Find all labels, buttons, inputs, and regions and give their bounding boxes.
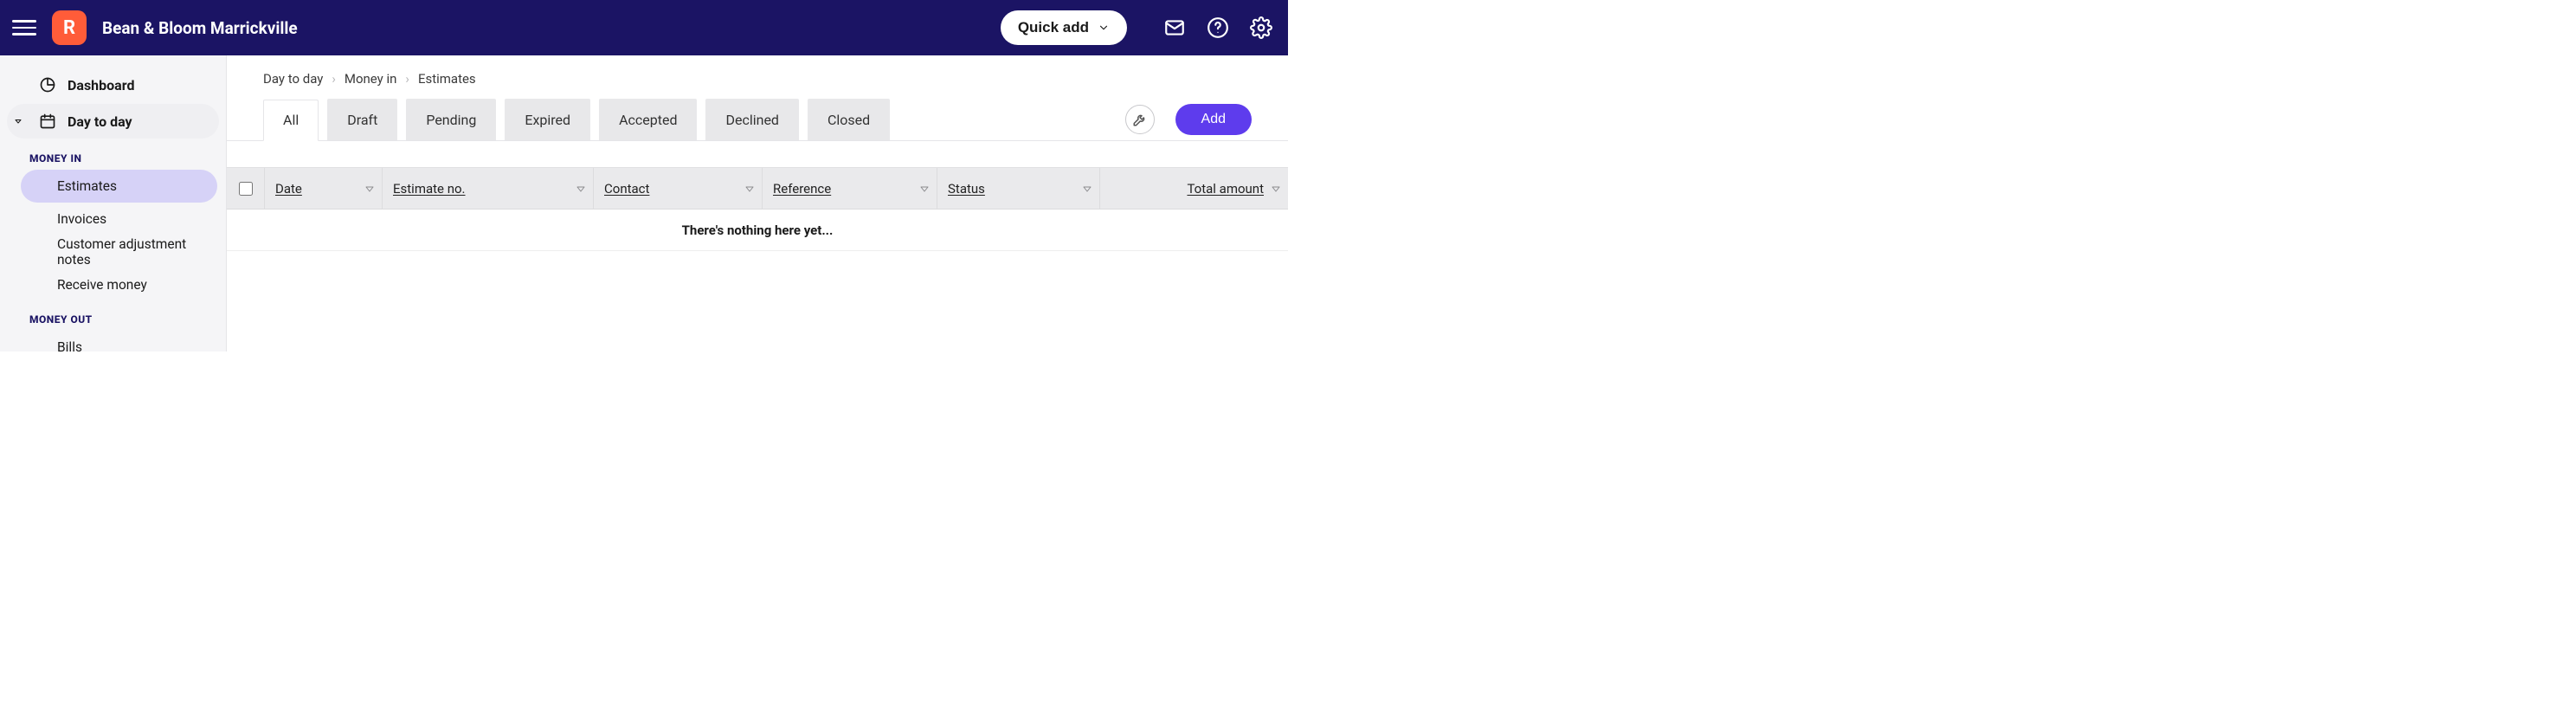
- chevron-right-icon: ›: [405, 71, 409, 87]
- filter-icon[interactable]: [919, 183, 931, 195]
- tab-draft[interactable]: Draft: [327, 99, 397, 140]
- column-label: Status: [948, 181, 985, 197]
- chevron-right-icon: ›: [332, 71, 336, 87]
- select-all-cell: [227, 168, 265, 209]
- chevron-down-icon: [1098, 22, 1110, 34]
- filter-icon[interactable]: [576, 183, 588, 195]
- column-label: Contact: [604, 181, 649, 197]
- select-all-checkbox[interactable]: [239, 182, 253, 196]
- column-label: Total amount: [1187, 181, 1264, 197]
- data-table: Date Estimate no. Contact Reference: [227, 167, 1288, 251]
- caret-down-icon: [12, 115, 24, 127]
- tab-all[interactable]: All: [263, 100, 319, 141]
- sidebar: Dashboard Day to day MONEY IN Estimates …: [0, 55, 227, 352]
- breadcrumb: Day to day › Money in › Estimates: [227, 55, 1288, 99]
- table-header: Date Estimate no. Contact Reference: [227, 168, 1288, 210]
- mail-icon[interactable]: [1163, 16, 1186, 39]
- empty-state-message: There's nothing here yet...: [227, 210, 1288, 251]
- sidebar-item-estimates[interactable]: Estimates: [21, 170, 217, 203]
- settings-icon[interactable]: [1250, 16, 1272, 39]
- dashboard-icon: [38, 75, 57, 94]
- column-header-total-amount[interactable]: Total amount: [1100, 168, 1288, 209]
- sidebar-item-receive-money[interactable]: Receive money: [21, 268, 217, 301]
- column-label: Estimate no.: [393, 181, 466, 197]
- sidebar-section-money-in: MONEY IN: [0, 140, 226, 170]
- quick-add-button[interactable]: Quick add: [1001, 10, 1127, 45]
- sidebar-item-day-to-day[interactable]: Day to day: [7, 104, 219, 139]
- tab-row: All Draft Pending Expired Accepted Decli…: [227, 99, 1288, 141]
- hamburger-menu-icon[interactable]: [12, 16, 36, 40]
- column-header-contact[interactable]: Contact: [594, 168, 763, 209]
- filter-icon[interactable]: [364, 183, 377, 195]
- column-header-date[interactable]: Date: [265, 168, 383, 209]
- main-content: Day to day › Money in › Estimates All Dr…: [227, 55, 1288, 352]
- breadcrumb-item[interactable]: Money in: [345, 71, 397, 87]
- app-logo[interactable]: R: [52, 10, 87, 45]
- org-name: Bean & Bloom Marrickville: [102, 18, 298, 38]
- calendar-icon: [38, 112, 57, 131]
- tab-pending[interactable]: Pending: [406, 99, 496, 140]
- tab-accepted[interactable]: Accepted: [599, 99, 697, 140]
- sidebar-item-bills[interactable]: Bills: [21, 331, 217, 352]
- sidebar-section-money-out: MONEY OUT: [0, 301, 226, 331]
- tab-closed[interactable]: Closed: [808, 99, 890, 140]
- column-header-estimate-no[interactable]: Estimate no.: [383, 168, 594, 209]
- add-button[interactable]: Add: [1175, 104, 1252, 135]
- table-settings-button[interactable]: [1125, 105, 1155, 134]
- sidebar-item-customer-adjustment-notes[interactable]: Customer adjustment notes: [21, 235, 217, 268]
- filter-icon[interactable]: [744, 183, 757, 195]
- tab-expired[interactable]: Expired: [505, 99, 590, 140]
- sidebar-item-dashboard[interactable]: Dashboard: [7, 68, 219, 102]
- sidebar-item-label: Day to day: [68, 113, 132, 130]
- column-label: Reference: [773, 181, 831, 197]
- top-bar: R Bean & Bloom Marrickville Quick add: [0, 0, 1288, 55]
- filter-icon[interactable]: [1082, 183, 1094, 195]
- column-header-reference[interactable]: Reference: [763, 168, 937, 209]
- sidebar-item-invoices[interactable]: Invoices: [21, 203, 217, 235]
- column-header-status[interactable]: Status: [937, 168, 1100, 209]
- tab-declined[interactable]: Declined: [705, 99, 798, 140]
- breadcrumb-item-current: Estimates: [418, 71, 476, 87]
- filter-icon[interactable]: [1271, 183, 1283, 195]
- help-icon[interactable]: [1207, 16, 1229, 39]
- wrench-icon: [1132, 112, 1148, 127]
- quick-add-label: Quick add: [1018, 19, 1089, 36]
- breadcrumb-item[interactable]: Day to day: [263, 71, 323, 87]
- sidebar-item-label: Dashboard: [68, 77, 134, 94]
- column-label: Date: [275, 181, 302, 197]
